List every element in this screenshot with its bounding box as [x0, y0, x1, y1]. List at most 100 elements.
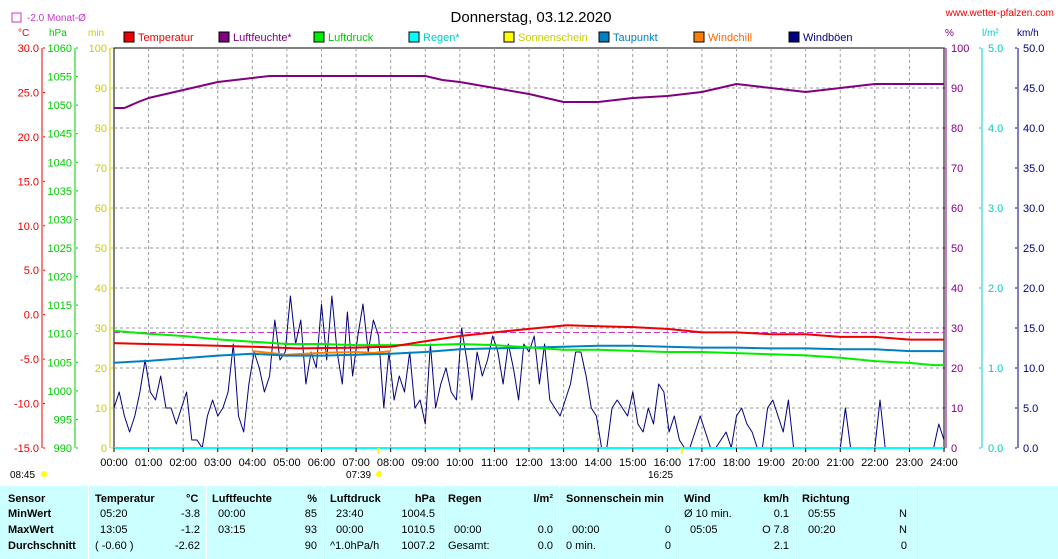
tick-label-press_hpa: 1010 [48, 329, 72, 341]
x-tick-label: 22:00 [861, 457, 889, 469]
tick-label-sun_min: 30 [95, 323, 107, 335]
press-unit: hPa [414, 493, 435, 505]
month-avg-label: -2.0 Monat-Ø [27, 13, 86, 24]
legend-label: Luftdruck [328, 32, 374, 44]
weather-chart: 30.0 25.0 20.0 15.0 10.0 5.0 0.0 -5.0 -10.0 -15.0… [10, 8, 1054, 481]
legend-swatch [408, 31, 420, 43]
dir-min: N [899, 508, 907, 520]
rain-avg: 0.0 [537, 540, 553, 552]
tick-label-temp_c: 30.0 [18, 43, 39, 55]
sun-avg-note: 0 min. [566, 540, 596, 552]
press-max: 1010.5 [401, 524, 435, 536]
tick-label-press_hpa: 990 [54, 443, 72, 455]
tick-label-rain_l: 5.0 [988, 43, 1003, 55]
wind-min: 0.1 [773, 508, 789, 520]
hum-unit: % [307, 493, 317, 505]
x-tick-label: 03:00 [204, 457, 232, 469]
sun-head: Sonnenschein min [566, 493, 664, 505]
x-tick-label: 08:00 [377, 457, 405, 469]
legend-label: Taupunkt [613, 32, 658, 44]
x-tick-label: 14:00 [584, 457, 612, 469]
tick-label-press_hpa: 1035 [48, 186, 72, 198]
tick-label-wind_kmh: 40.0 [1023, 123, 1044, 135]
tick-label-wind_kmh: 0.0 [1023, 443, 1038, 455]
legend-label: Windböen [803, 32, 853, 44]
tick-label-press_hpa: 1005 [48, 357, 72, 369]
tick-label-press_hpa: 1050 [48, 100, 72, 112]
legend-label: Windchill [708, 32, 752, 44]
temp-head: Temperatur [95, 493, 155, 505]
sun-corner-icon [41, 471, 47, 477]
hum-max: 93 [304, 524, 317, 536]
tick-label-hum_pct: 10 [951, 403, 963, 415]
tick-label-rain_l: 3.0 [988, 203, 1003, 215]
col-sensor: Sensor MinWert MaxWert Durchschnitt [0, 486, 89, 559]
dir-max: N [899, 524, 907, 536]
sunrise-label: 07:39 [346, 470, 371, 481]
tick-label-hum_pct: 90 [951, 83, 963, 95]
tick-label-wind_kmh: 50.0 [1023, 43, 1044, 55]
tick-label-rain_l: 2.0 [988, 283, 1003, 295]
temp-avg-note: ( -0.60 ) [95, 540, 134, 552]
tick-label-temp_c: -5.0 [20, 354, 39, 366]
legend-label: Sonnenschein [518, 32, 588, 44]
press-min: 1004.5 [401, 508, 435, 520]
col-hum: Luftfeuchte % 00:00 85 03:15 93 90 [207, 486, 324, 559]
temp-avg: -2.62 [174, 540, 200, 552]
tick-label-press_hpa: 1025 [48, 243, 72, 255]
tick-label-temp_c: 5.0 [24, 265, 39, 277]
x-tick-label: 17:00 [688, 457, 716, 469]
tick-label-hum_pct: 30 [951, 323, 963, 335]
wind-max: O 7.8 [762, 524, 789, 536]
tick-label-sun_min: 100 [89, 43, 107, 55]
x-tick-label: 05:00 [273, 457, 301, 469]
x-tick-label: 21:00 [826, 457, 854, 469]
tick-label-temp_c: -10.0 [14, 399, 39, 411]
tick-label-wind_kmh: 35.0 [1023, 163, 1044, 175]
tick-label-rain_l: 0.0 [988, 443, 1003, 455]
col-press: Luftdruck hPa 23:40 1004.5 00:00 1010.5 … [324, 486, 442, 559]
tick-label-hum_pct: 40 [951, 283, 963, 295]
legend-swatch [218, 31, 230, 43]
tick-label-temp_c: 25.0 [18, 87, 39, 99]
legend-swatch [123, 31, 135, 43]
unit-temp: °C [18, 28, 29, 39]
tick-label-hum_pct: 50 [951, 243, 963, 255]
hum-min: 85 [304, 508, 317, 520]
tick-label-press_hpa: 1060 [48, 43, 72, 55]
tick-label-press_hpa: 1015 [48, 300, 72, 312]
dir-head: Richtung [802, 493, 850, 505]
x-tick-label: 24:00 [930, 457, 958, 469]
temp-min-time: 05:20 [100, 508, 128, 520]
tick-label-wind_kmh: 5.0 [1023, 403, 1038, 415]
x-tick-label: 07:00 [342, 457, 370, 469]
press-avg: 1007.2 [401, 540, 435, 552]
tick-label-wind_kmh: 30.0 [1023, 203, 1044, 215]
x-axis: 00:00 01:00 02:00 03:00 04:00 05:00 06:00 07:00… [100, 448, 958, 469]
tick-label-press_hpa: 1000 [48, 386, 72, 398]
x-tick-label: 06:00 [308, 457, 336, 469]
x-tick-label: 09:00 [411, 457, 439, 469]
tick-label-temp_c: 10.0 [18, 221, 39, 233]
x-tick-label: 11:00 [481, 457, 508, 469]
hum-avg: 90 [304, 540, 317, 552]
tick-label-wind_kmh: 15.0 [1023, 323, 1044, 335]
tick-label-press_hpa: 1045 [48, 129, 72, 141]
temp-unit: °C [186, 493, 199, 505]
tick-label-sun_min: 50 [95, 243, 107, 255]
tick-label-hum_pct: 100 [951, 43, 969, 55]
hum-head: Luftfeuchte [212, 493, 272, 505]
wind-head: Wind [684, 493, 711, 505]
legend-label: Luftfeuchte* [233, 32, 292, 44]
rain-max-time: 00:00 [454, 524, 482, 536]
dir-max-time: 00:20 [808, 524, 836, 536]
tick-label-sun_min: 90 [95, 83, 107, 95]
unit-hum: % [945, 28, 954, 39]
tick-label-press_hpa: 1030 [48, 214, 72, 226]
col-dir: Richtung 05:55 N 00:20 N 0 [796, 486, 914, 559]
tick-label-sun_min: 0 [101, 443, 107, 455]
rain-avg-note: Gesamt: [448, 540, 490, 552]
x-tick-label: 12:00 [515, 457, 543, 469]
site-link[interactable]: www.wetter-pfalzen.com [945, 8, 1054, 19]
tick-label-sun_min: 80 [95, 123, 107, 135]
